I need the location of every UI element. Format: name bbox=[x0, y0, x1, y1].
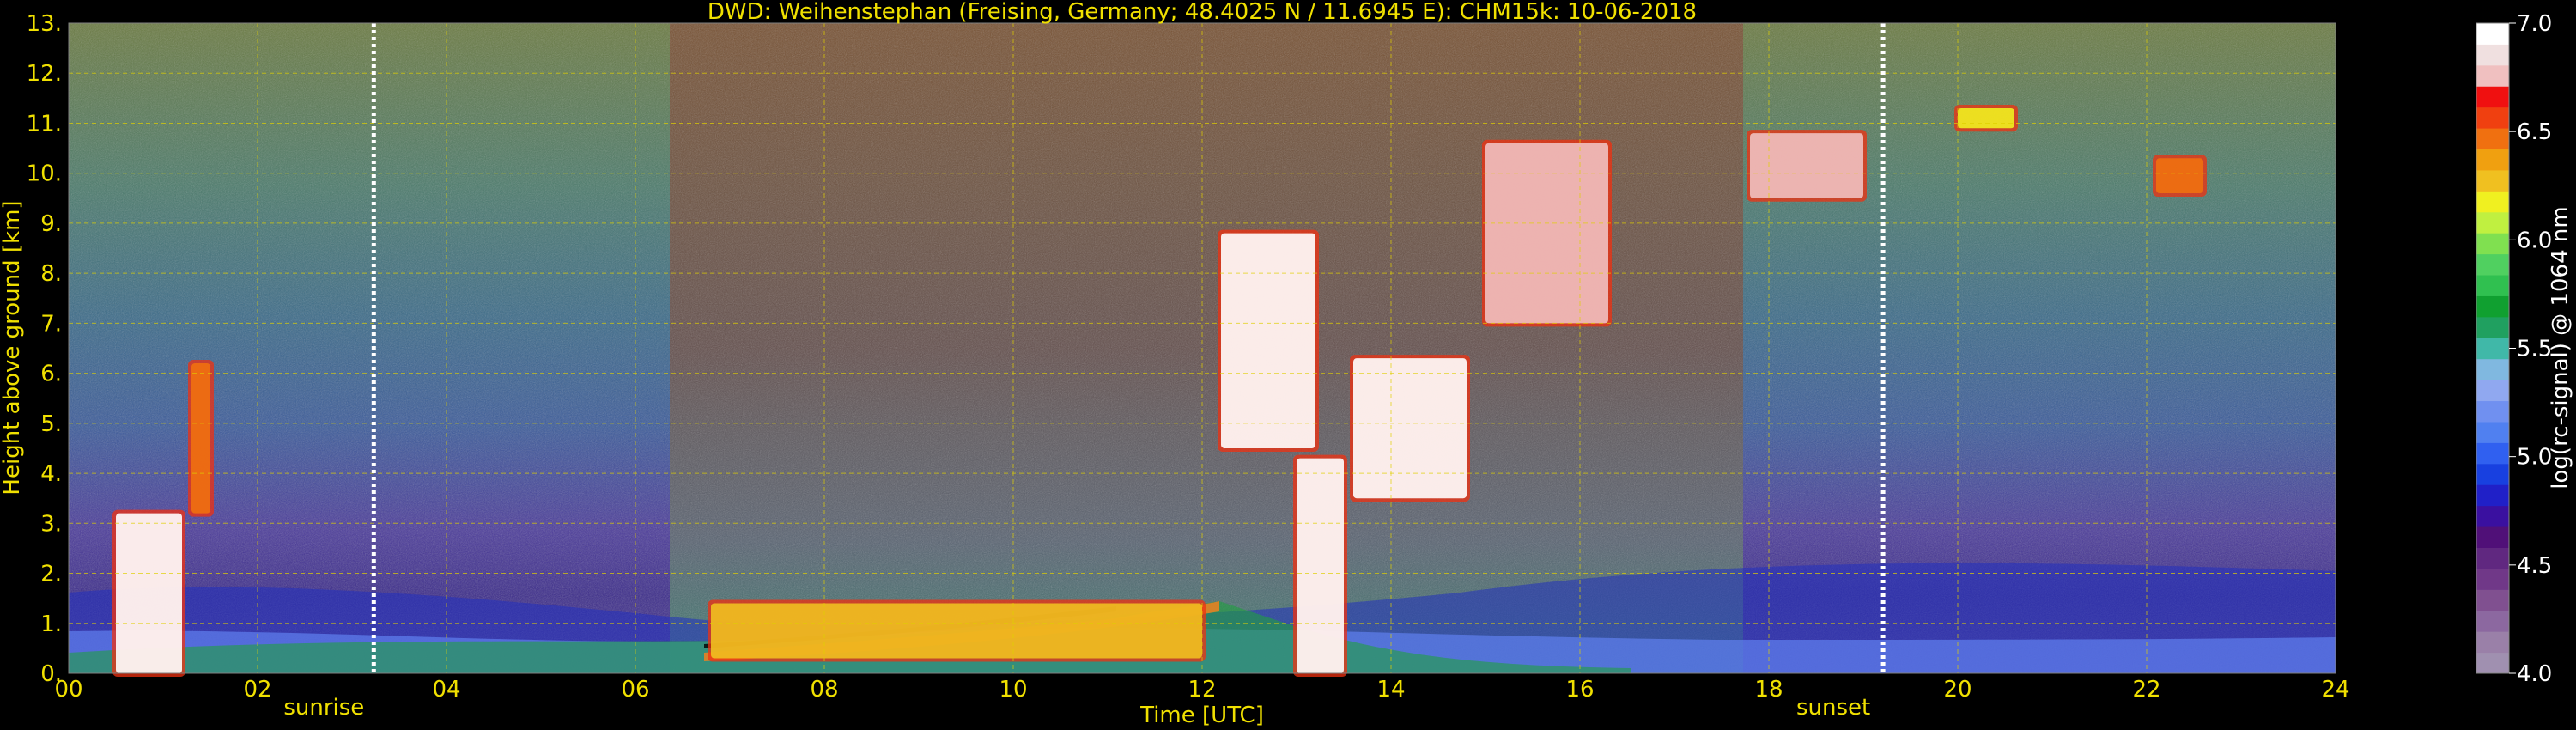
x-tick-label: 16 bbox=[1565, 677, 1594, 703]
y-tick-label: 10. bbox=[27, 161, 62, 187]
y-tick-label: 9. bbox=[40, 211, 62, 237]
cloud-feature bbox=[1954, 104, 2018, 132]
y-axis-ticks: 0.1.2.3.4.5.6.7.8.9.10.11.12.13. bbox=[27, 11, 62, 687]
colorbar-swatch bbox=[2476, 484, 2509, 507]
colorbar-swatch bbox=[2476, 610, 2509, 632]
colorbar-swatch bbox=[2476, 526, 2509, 548]
x-tick-label: 12 bbox=[1188, 677, 1216, 703]
y-tick-label: 2. bbox=[40, 562, 62, 587]
cloud-feature bbox=[1482, 139, 1612, 327]
x-tick-label: 18 bbox=[1754, 677, 1783, 703]
cloud-feature bbox=[112, 509, 185, 677]
x-tick-label: 08 bbox=[810, 677, 838, 703]
x-tick-label: 22 bbox=[2132, 677, 2160, 703]
colorbar-swatch bbox=[2476, 23, 2509, 45]
cloud-feature bbox=[1293, 454, 1347, 677]
colorbar-tick-label: 6.5 bbox=[2517, 119, 2552, 145]
cloud-feature bbox=[1747, 130, 1867, 202]
y-tick-label: 6. bbox=[40, 362, 62, 387]
colorbar-swatch bbox=[2476, 316, 2509, 338]
y-tick-label: 5. bbox=[40, 411, 62, 437]
y-tick-label: 4. bbox=[40, 461, 62, 487]
chart-title: DWD: Weihenstephan (Freising, Germany; 4… bbox=[708, 0, 1697, 25]
x-axis-label: Time [UTC] bbox=[1139, 703, 1264, 728]
cloud-feature bbox=[2153, 155, 2207, 197]
colorbar-swatch bbox=[2476, 652, 2509, 674]
x-tick-label: 10 bbox=[999, 677, 1027, 703]
colorbar-swatch bbox=[2476, 568, 2509, 590]
x-tick-label: 24 bbox=[2321, 677, 2349, 703]
colorbar-swatch bbox=[2476, 400, 2509, 423]
colorbar-swatch bbox=[2476, 358, 2509, 380]
y-tick-label: 13. bbox=[27, 11, 62, 37]
y-tick-label: 12. bbox=[27, 61, 62, 87]
colorbar-swatch bbox=[2476, 421, 2509, 443]
x-axis-ticks: 00 02 04 06 08 10 12 14 16 18 20 22 24 bbox=[54, 677, 2349, 703]
x-tick-label: 02 bbox=[243, 677, 271, 703]
colorbar-swatch bbox=[2476, 547, 2509, 569]
colorbar-ticks: 4.04.55.05.56.06.57.0 bbox=[2509, 11, 2552, 687]
x-tick-label: 04 bbox=[432, 677, 460, 703]
colorbar-swatch bbox=[2476, 64, 2509, 87]
colorbar-swatch bbox=[2476, 253, 2509, 276]
colorbar-swatch bbox=[2476, 211, 2509, 234]
colorbar-swatch bbox=[2476, 442, 2509, 465]
colorbar-swatch bbox=[2476, 631, 2509, 654]
event-label: sunset bbox=[1796, 695, 1870, 721]
colorbar-tick-label: 7.0 bbox=[2517, 11, 2552, 37]
colorbar-swatch bbox=[2476, 275, 2509, 296]
cloud-feature bbox=[188, 359, 214, 517]
y-tick-label: 7. bbox=[40, 311, 62, 337]
colorbar-swatch bbox=[2476, 233, 2509, 255]
colorbar-swatch bbox=[2476, 106, 2509, 129]
colorbar-swatch bbox=[2476, 149, 2509, 171]
ceilometer-chart: sunrise sunset 0.1.2.3.4.5.6.7.8.9.10.11.… bbox=[0, 0, 2573, 728]
colorbar-tick-label: 4.5 bbox=[2517, 553, 2552, 579]
x-tick-label: 20 bbox=[1943, 677, 1971, 703]
colorbar-label: log(rc-signal) @ 1064 nm bbox=[2548, 206, 2573, 489]
x-tick-label: 14 bbox=[1376, 677, 1405, 703]
colorbar-swatch bbox=[2476, 44, 2509, 66]
colorbar-swatches bbox=[2476, 23, 2509, 674]
cloud-feature bbox=[1350, 355, 1470, 502]
colorbar-swatch bbox=[2476, 380, 2509, 402]
y-tick-label: 3. bbox=[40, 511, 62, 537]
colorbar-swatch bbox=[2476, 86, 2509, 108]
y-tick-label: 8. bbox=[40, 261, 62, 287]
colorbar-swatch bbox=[2476, 128, 2509, 150]
y-tick-label: 11. bbox=[27, 111, 62, 137]
colorbar-swatch bbox=[2476, 463, 2509, 485]
colorbar-tick-label: 4.0 bbox=[2517, 661, 2552, 687]
event-label: sunrise bbox=[283, 695, 364, 721]
x-tick-label: 00 bbox=[54, 677, 82, 703]
cloud-feature bbox=[708, 599, 1206, 662]
y-axis-label: Height above ground [km] bbox=[0, 200, 25, 495]
cloud-feature bbox=[1218, 229, 1319, 452]
colorbar-swatch bbox=[2476, 191, 2509, 213]
colorbar-swatch bbox=[2476, 505, 2509, 527]
x-tick-label: 06 bbox=[621, 677, 649, 703]
colorbar-swatch bbox=[2476, 338, 2509, 360]
y-tick-label: 1. bbox=[40, 611, 62, 637]
colorbar-swatch bbox=[2476, 295, 2509, 318]
colorbar-swatch bbox=[2476, 169, 2509, 192]
colorbar: 4.04.55.05.56.06.57.0 log(rc-signal) @ 1… bbox=[2476, 11, 2573, 687]
colorbar-swatch bbox=[2476, 589, 2509, 611]
